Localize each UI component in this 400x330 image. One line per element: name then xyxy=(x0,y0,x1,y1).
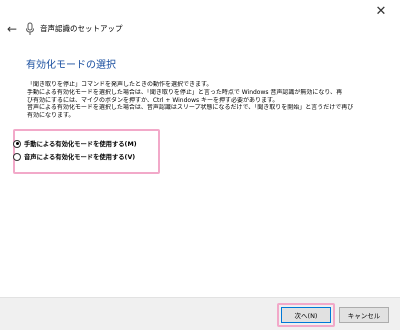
next-button[interactable]: 次へ(N) xyxy=(281,307,331,323)
back-button[interactable]: ← xyxy=(3,20,21,38)
close-icon: ✕ xyxy=(375,3,387,19)
page-title: 有効化モードの選択 xyxy=(26,60,116,71)
manual-activation-label: 手動による有効化モードを使用する(M) xyxy=(24,141,137,148)
navigation-row: ← 音声認識のセットアップ xyxy=(0,18,400,40)
description-line: 有効になります。 xyxy=(27,112,75,120)
voice-activation-label: 音声による有効化モードを使用する(V) xyxy=(24,154,136,161)
microphone-icon xyxy=(26,22,34,35)
manual-activation-radio[interactable]: 手動による有効化モードを使用する(M) xyxy=(13,139,137,148)
back-arrow-icon: ← xyxy=(6,22,18,36)
voice-activation-radio[interactable]: 音声による有効化モードを使用する(V) xyxy=(13,152,135,161)
description-line: 音声による有効化モードを選択した場合は、音声認識はスリープ状態になるだけで、「聞… xyxy=(27,104,354,112)
description-line: 手動による有効化モードを選択した場合は、「聞き取りを停止」と言った時点で Win… xyxy=(27,88,343,96)
description-line: び有効にするには、マイクのボタンを押すか、Ctrl + Windows キーを押… xyxy=(27,96,279,104)
cancel-button[interactable]: キャンセル xyxy=(339,307,389,323)
description-line: 「聞き取りを停止」コマンドを発声したときの動作を選択できます。 xyxy=(27,81,213,88)
radio-unchecked-icon xyxy=(13,152,21,161)
description-text: 「聞き取りを停止」コマンドを発声したときの動作を選択できます。 手動による有効化… xyxy=(27,81,389,120)
window-title: 音声認識のセットアップ xyxy=(40,24,123,33)
radio-checked-icon xyxy=(13,139,21,148)
